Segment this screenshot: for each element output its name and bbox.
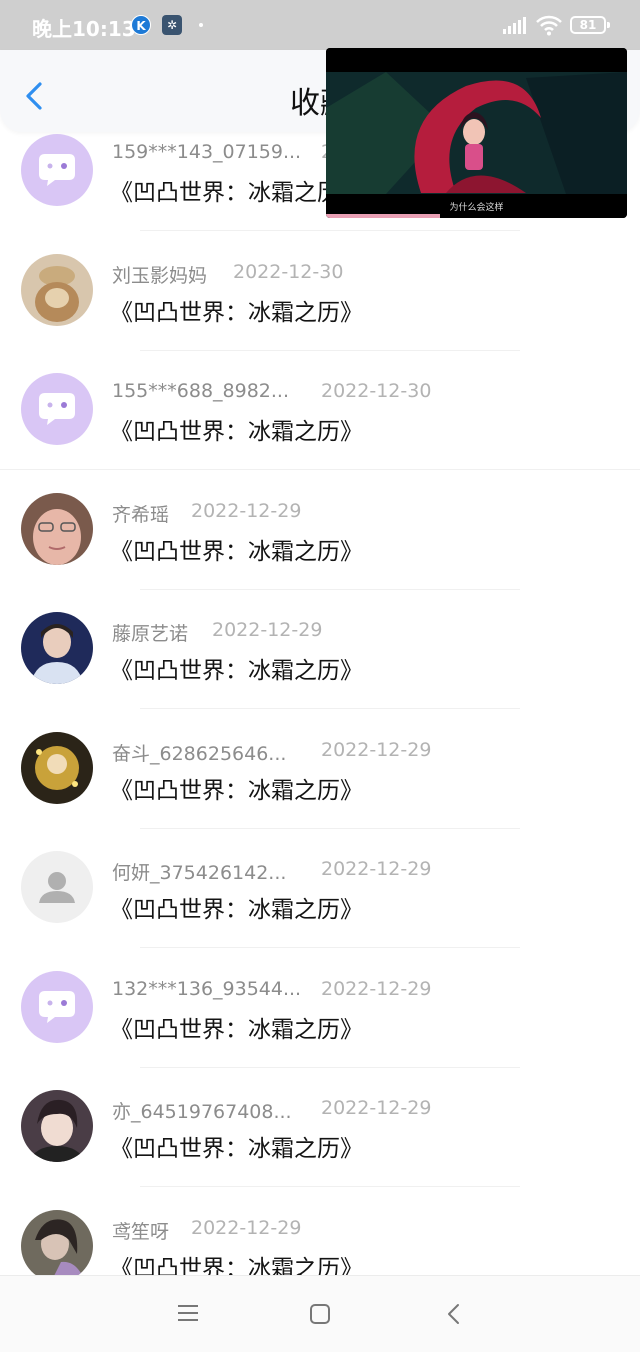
date: 2022-12-29 [321, 1097, 432, 1119]
menu-icon[interactable] [176, 1302, 200, 1324]
avatar[interactable] [21, 134, 93, 206]
avatar[interactable] [21, 373, 93, 445]
person-placeholder-icon [21, 851, 93, 923]
chat-bubble-avatar-icon [21, 134, 93, 206]
divider [140, 708, 520, 709]
settings-app-icon: ✲ [162, 15, 182, 35]
back-triangle-icon[interactable] [444, 1302, 464, 1326]
avatar[interactable] [21, 493, 93, 565]
avatar[interactable] [21, 732, 93, 804]
video-subtitle: 为什么会这样 [449, 203, 504, 213]
username: 132***136_93544... [112, 978, 302, 1000]
date: 2022-12-30 [233, 261, 344, 283]
status-bar: 晚上10:13 K ✲ 81 [0, 0, 640, 50]
video-progress-bar[interactable] [326, 214, 441, 218]
wifi-icon [536, 15, 562, 36]
item-title: 《凹凸世界：冰霜之历》 [110, 419, 363, 445]
username: 鸢笙呀 [112, 1221, 170, 1243]
username: 159***143_07159... [112, 141, 302, 163]
date: 2022-12-29 [212, 619, 323, 641]
list-item[interactable]: 155***688_8982... 2022-12-30 《凹凸世界：冰霜之历》 [0, 351, 640, 471]
avatar[interactable] [21, 612, 93, 684]
item-title: 《凹凸世界：冰霜之历》 [110, 1017, 363, 1043]
user-photo-icon [21, 1090, 93, 1162]
video-frame [326, 48, 627, 218]
item-title: 《凹凸世界：冰霜之历》 [110, 539, 363, 565]
list-item[interactable]: 奋斗_628625646... 2022-12-29 《凹凸世界：冰霜之历》 [0, 710, 640, 830]
item-title: 《凹凸世界：冰霜之历》 [110, 897, 363, 923]
username: 齐希瑶 [112, 504, 170, 526]
date: 2022-12-29 [191, 500, 302, 522]
avatar[interactable] [21, 971, 93, 1043]
home-square-icon[interactable] [308, 1302, 332, 1326]
user-photo-icon [21, 732, 93, 804]
date: 2022-12-29 [321, 739, 432, 761]
date: 2022-12-29 [321, 858, 432, 880]
user-photo-icon [21, 493, 93, 565]
notification-dot-icon [199, 23, 203, 27]
floating-video-player[interactable]: 为什么会这样 [326, 48, 627, 218]
chevron-left-icon[interactable] [18, 76, 52, 116]
avatar[interactable] [21, 1210, 93, 1282]
user-photo-icon [21, 254, 93, 326]
status-time: 晚上10:13 [32, 17, 136, 41]
user-photo-icon [21, 1210, 93, 1282]
list-item[interactable]: 何妍_375426142... 2022-12-29 《凹凸世界：冰霜之历》 [0, 829, 640, 949]
chat-bubble-avatar-icon [21, 373, 93, 445]
divider [140, 1186, 520, 1187]
item-title: 《凹凸世界：冰霜之历》 [110, 1136, 363, 1162]
date: 2022-12-29 [191, 1217, 302, 1239]
k-app-icon: K [131, 15, 151, 35]
item-title: 《凹凸世界：冰霜之历》 [110, 658, 363, 684]
divider [140, 230, 520, 231]
chat-bubble-avatar-icon [21, 971, 93, 1043]
list-item[interactable]: 亦_64519767408... 2022-12-29 《凹凸世界：冰霜之历》 [0, 1068, 640, 1188]
list-item[interactable]: 齐希瑶 2022-12-29 《凹凸世界：冰霜之历》 [0, 471, 640, 591]
username: 奋斗_628625646... [112, 743, 287, 765]
divider [140, 947, 520, 948]
list-item[interactable]: 132***136_93544... 2022-12-29 《凹凸世界：冰霜之历… [0, 949, 640, 1069]
system-nav-bar [0, 1275, 640, 1352]
user-photo-icon [21, 612, 93, 684]
username: 何妍_375426142... [112, 862, 287, 884]
username: 155***688_8982... [112, 380, 290, 402]
list-item[interactable]: 刘玉影妈妈 2022-12-30 《凹凸世界：冰霜之历》 [0, 232, 640, 352]
item-title: 《凹凸世界：冰霜之历》 [110, 300, 363, 326]
avatar[interactable] [21, 851, 93, 923]
date: 2022-12-29 [321, 978, 432, 1000]
divider [0, 469, 640, 470]
date: 2022-12-30 [321, 380, 432, 402]
item-title: 《凹凸世界：冰霜之历》 [110, 778, 363, 804]
username: 亦_64519767408... [112, 1101, 292, 1123]
avatar[interactable] [21, 254, 93, 326]
username: 刘玉影妈妈 [112, 265, 208, 287]
avatar[interactable] [21, 1090, 93, 1162]
battery-indicator: 81 [570, 16, 610, 34]
signal-icon [503, 17, 526, 34]
list-item[interactable]: 藤原艺诺 2022-12-29 《凹凸世界：冰霜之历》 [0, 590, 640, 710]
username: 藤原艺诺 [112, 623, 189, 645]
